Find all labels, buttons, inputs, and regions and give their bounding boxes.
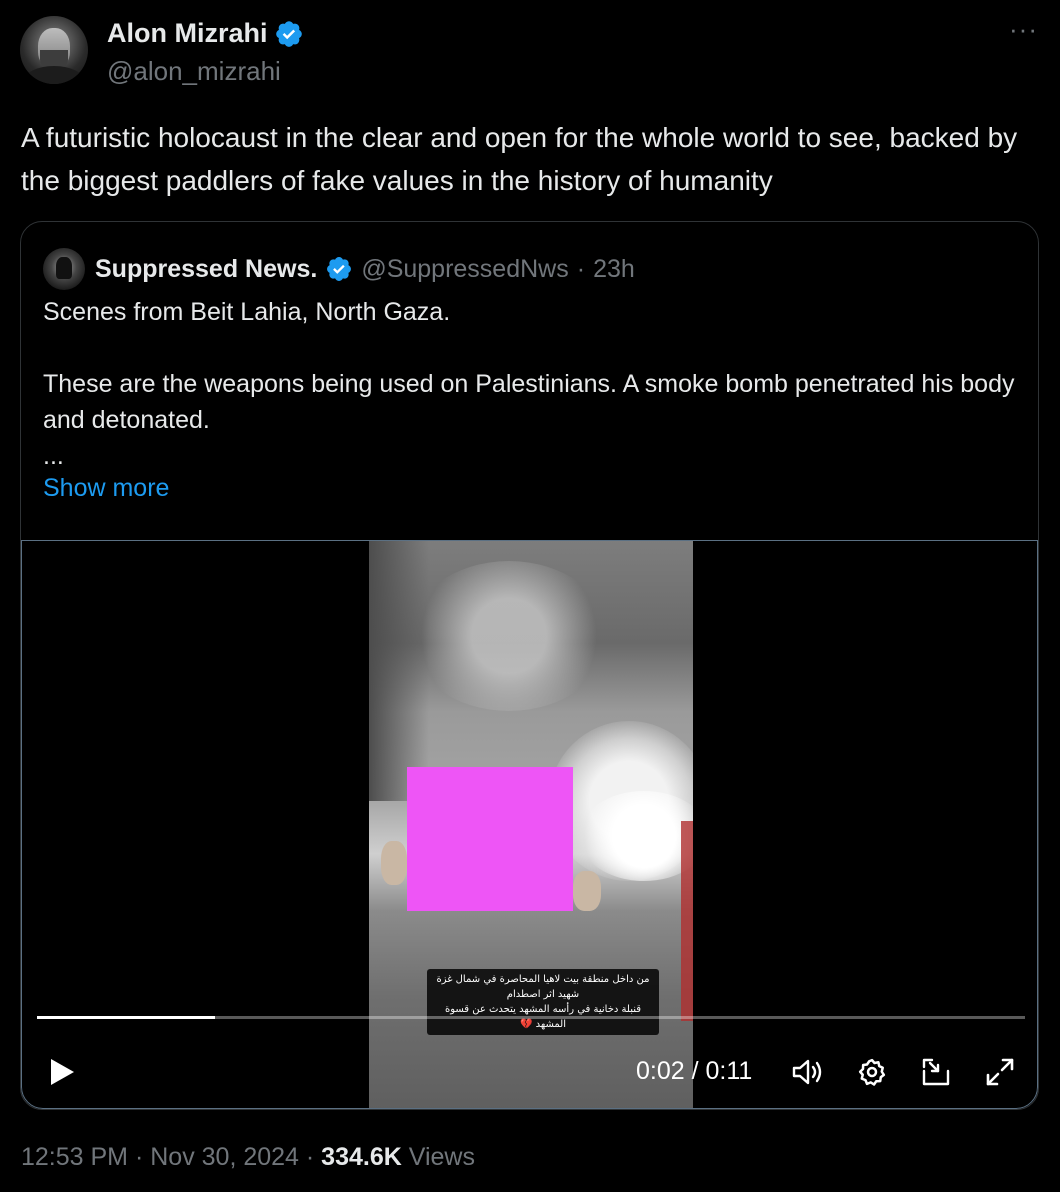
video-frame: من داخل منطقة بيت لاهيا المحاصرة في شمال… xyxy=(369,541,693,1108)
duration: 0:11 xyxy=(705,1057,753,1085)
author-avatar[interactable] xyxy=(20,16,88,84)
header-separator: · xyxy=(576,254,586,283)
quoted-text-line: These are the weapons being used on Pale… xyxy=(43,370,1015,434)
video-player[interactable]: من داخل منطقة بيت لاهيا المحاصرة في شمال… xyxy=(21,540,1038,1109)
settings-gear-icon[interactable] xyxy=(854,1055,890,1089)
author-name[interactable]: Alon Mizrahi xyxy=(107,18,268,49)
show-more-link[interactable]: Show more xyxy=(43,474,169,503)
video-progress-bar[interactable] xyxy=(37,1016,1025,1019)
tweet-date[interactable]: Nov 30, 2024 xyxy=(150,1143,299,1171)
volume-icon[interactable] xyxy=(788,1055,828,1089)
tweet-meta: 12:53 PM · Nov 30, 2024 · 334.6K Views xyxy=(21,1143,475,1171)
verified-badge-icon[interactable] xyxy=(274,19,304,49)
avatar-shoulders xyxy=(24,66,84,84)
video-caption-line: من داخل منطقة بيت لاهيا المحاصرة في شمال… xyxy=(436,974,650,1000)
views-count: 334.6K xyxy=(321,1143,402,1171)
video-time: 0:02 / 0:11 xyxy=(636,1057,753,1085)
fullscreen-icon[interactable] xyxy=(982,1055,1018,1089)
current-time: 0:02 xyxy=(636,1057,685,1085)
tweet-text: A futuristic holocaust in the clear and … xyxy=(21,122,1018,196)
author-name-row: Alon Mizrahi xyxy=(107,18,304,49)
quoted-author-handle[interactable]: @SuppressedNws xyxy=(361,255,568,284)
views-label: Views xyxy=(401,1143,475,1171)
play-icon[interactable] xyxy=(44,1055,80,1089)
more-options-icon[interactable]: ··· xyxy=(1009,14,1038,45)
quoted-tweet-header: Suppressed News. @SuppressedNws · 23h xyxy=(43,248,635,290)
quoted-author-avatar[interactable] xyxy=(43,248,85,290)
video-caption: من داخل منطقة بيت لاهيا المحاصرة في شمال… xyxy=(427,969,659,1035)
quoted-tweet-card[interactable]: Suppressed News. @SuppressedNws · 23h Sc… xyxy=(20,221,1039,1110)
quoted-tweet-time[interactable]: 23h xyxy=(593,255,635,284)
tweet-time[interactable]: 12:53 PM xyxy=(21,1143,128,1171)
author-handle[interactable]: @alon_mizrahi xyxy=(107,56,281,87)
quoted-author-name[interactable]: Suppressed News. xyxy=(95,255,317,284)
quoted-text-line: Scenes from Beit Lahia, North Gaza. xyxy=(43,298,451,326)
quoted-text-ellipsis: ... xyxy=(43,442,64,470)
video-progress-fill xyxy=(37,1016,215,1019)
quoted-tweet-text: Scenes from Beit Lahia, North Gaza. Thes… xyxy=(43,294,1033,474)
verified-badge-icon[interactable] xyxy=(325,255,353,283)
censor-block xyxy=(407,767,573,911)
picture-in-picture-icon[interactable] xyxy=(918,1055,954,1089)
